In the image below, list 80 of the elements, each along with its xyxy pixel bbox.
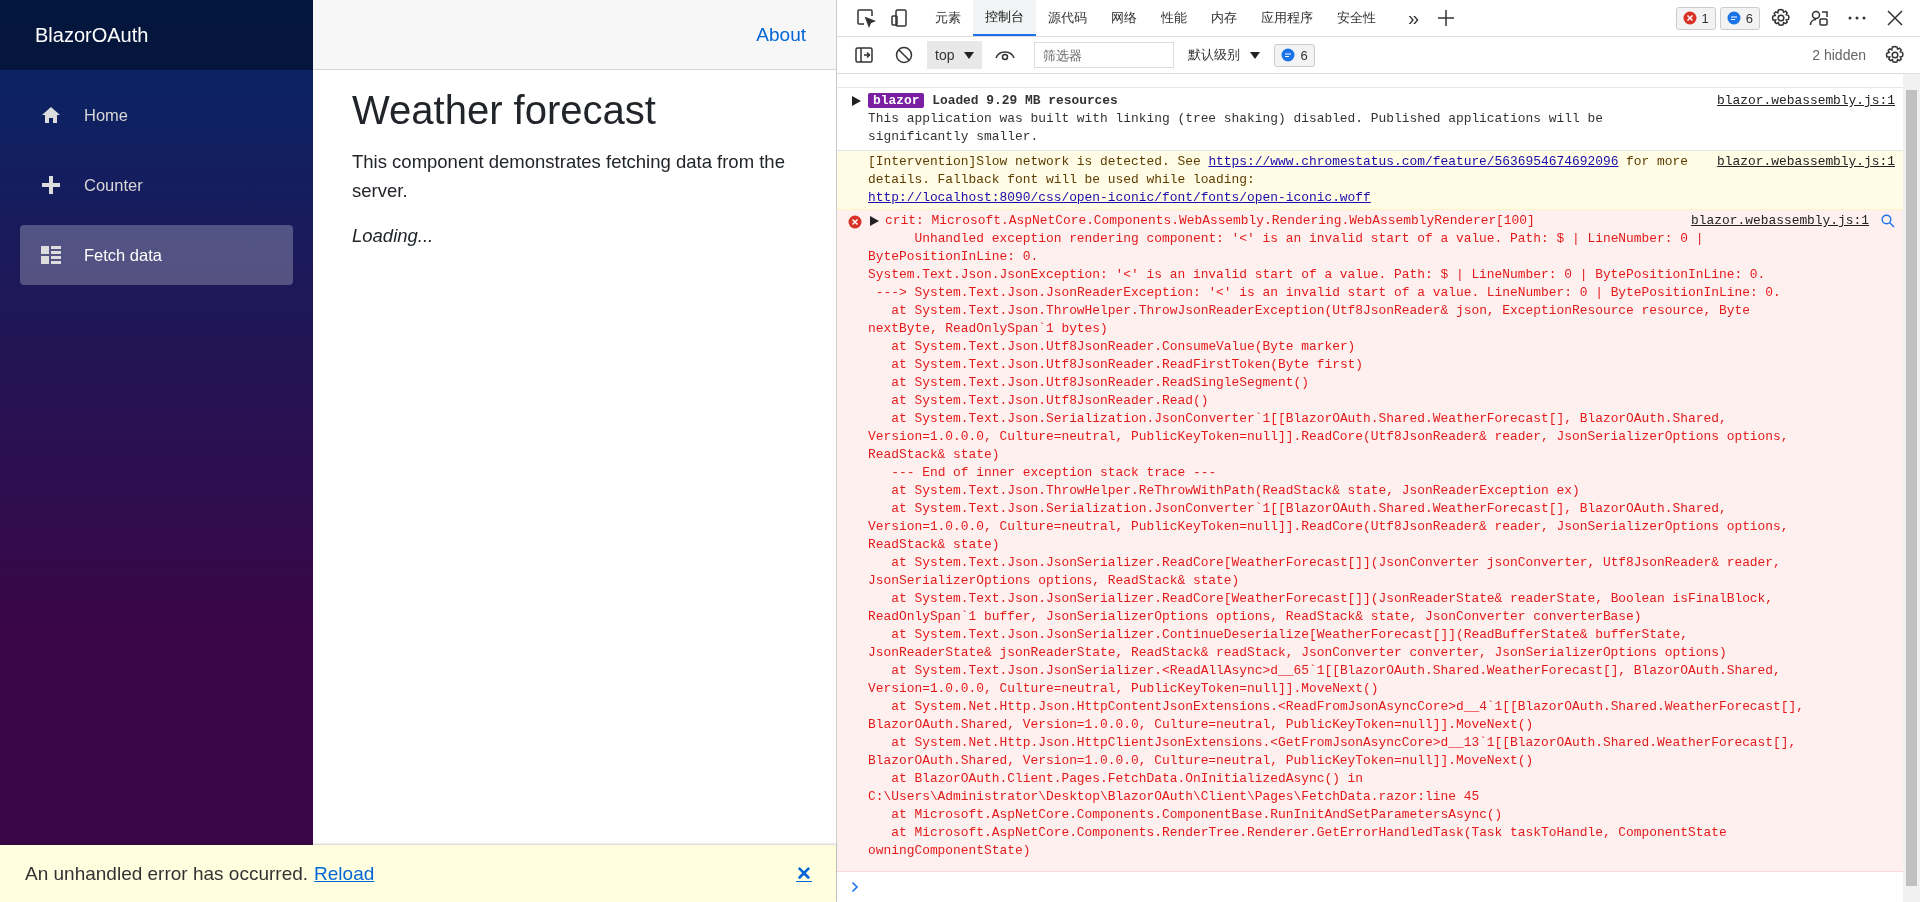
devtools-tab[interactable]: 应用程序 bbox=[1249, 0, 1325, 36]
close-icon[interactable] bbox=[1886, 9, 1904, 27]
stack-trace-line: at System.Text.Json.JsonSerializer.ReadCore[WeatherForecast[]](JsonReaderState& readerState, Boolean isFinalBlock, ReadOnlySpan`1 buffer, JsonSerializerOptions options, ReadStack& state, JsonConverter converterBase) bbox=[868, 590, 1775, 626]
stack-trace-line: at System.Text.Json.JsonSerializer.ReadCore[WeatherForecast[]](JsonConverter jsonConverter, Utf8JsonReader& reader, JsonSerializerOptions options, ReadStack& state) bbox=[868, 554, 1782, 590]
expand-triangle-icon[interactable] bbox=[870, 216, 879, 226]
page-description: This component demonstrates fetching data from the server. bbox=[352, 150, 786, 203]
stack-trace-line: at System.Text.Json.Utf8JsonReader.ReadFirstToken(Byte first) bbox=[890, 356, 1365, 374]
stack-trace-line: at System.Text.Json.Serialization.JsonConverter`1[[BlazorOAuth.Shared.WeatherForecast[], BlazorOAuth.Shared, Version=1.0.0.0, Culture=neutral, PublicKeyToken=null]].ReadCore(Utf8JsonReader& reader, JsonSerializerOptions options, ReadStack& state) bbox=[868, 500, 1790, 554]
devtools-tab[interactable]: 控制台 bbox=[973, 0, 1036, 36]
stack-trace-line: at Microsoft.AspNetCore.Components.RenderTree.Renderer.GetErrorHandledTask(Task taskToHandle, ComponentState owningComponentState) bbox=[868, 824, 1728, 860]
brand-name[interactable]: BlazorOAuth bbox=[35, 23, 149, 47]
error-icon bbox=[848, 215, 862, 229]
device-icon[interactable] bbox=[890, 8, 910, 28]
prompt-chevron-icon bbox=[851, 881, 859, 893]
message-icon bbox=[1281, 48, 1296, 62]
devtools-tab[interactable]: 性能 bbox=[1149, 0, 1199, 36]
error-header: crit: Microsoft.AspNetCore.Components.WebAssembly.Rendering.WebAssemblyRenderer[100] bbox=[885, 212, 1535, 230]
source-link[interactable]: blazor.webassembly.js:1 bbox=[1691, 212, 1869, 230]
settings-icon[interactable] bbox=[1771, 8, 1791, 28]
devtools-tab[interactable]: 内存 bbox=[1199, 0, 1249, 36]
stack-trace-line: at System.Text.Json.JsonSerializer.ContinueDeserialize[WeatherForecast[]](ReadBufferState& bufferState, JsonReaderState& jsonReaderState, ReadStack& readStack, JsonConverter converter, JsonSerializerOptions options) bbox=[868, 626, 1728, 662]
log-title: Loaded 9.29 MB resources bbox=[932, 93, 1118, 108]
stack-trace-line: System.Text.Json.JsonException: '<' is an invalid start of a value. Path: $ | LineNumber: 0 | BytePositionInLine: 0. bbox=[868, 266, 1767, 284]
message-count-badge[interactable]: 6 bbox=[1719, 6, 1760, 30]
devtools-tab[interactable]: 元素 bbox=[923, 0, 973, 36]
warning-message: [Intervention]Slow network is detected. See https://www.chromestatus.com/feature/5636954674692096 for more details. Fallback font will be used while loading: http://localhost:8090/css/open-iconic/font/fonts/open-iconic.woff bbox=[868, 153, 1689, 207]
stack-trace-line: at System.Text.Json.Utf8JsonReader.ReadSingleSegment() bbox=[890, 374, 1310, 392]
nav-link[interactable]: Counter bbox=[20, 155, 293, 215]
caret-icon bbox=[1250, 51, 1261, 59]
stack-trace-line: at System.Text.Json.Utf8JsonReader.ConsumeValue(Byte marker) bbox=[890, 338, 1357, 356]
message-count-badge[interactable]: 6 bbox=[1274, 43, 1315, 67]
eye-icon[interactable] bbox=[995, 48, 1016, 62]
people-icon[interactable] bbox=[1809, 8, 1829, 28]
inspect-icon[interactable] bbox=[856, 8, 876, 28]
nav-link[interactable]: Home bbox=[20, 85, 293, 145]
log-message: This application was built with linking (tree shaking) disabled. Published applications will be significantly smaller. bbox=[868, 110, 1604, 146]
blazor-badge: blazor bbox=[868, 93, 925, 108]
page-heading: Weather forecast bbox=[352, 88, 656, 133]
stack-trace-line: --- End of inner exception stack trace --- bbox=[890, 464, 1218, 482]
stack-trace-line: at System.Net.Http.Json.HttpClientJsonExtensions.<GetFromJsonAsyncCore>d__13`1[[BlazorOAuth.Shared.WeatherForecast[], BlazorOAuth.Shared, Version=1.0.0.0, Culture=neutral, PublicKeyToken=null]].MoveNext() bbox=[868, 734, 1798, 770]
url-link[interactable]: https://www.chromestatus.com/feature/5636954674692096 bbox=[1208, 154, 1619, 169]
add-tab-icon[interactable] bbox=[1437, 9, 1456, 27]
context-dropdown[interactable]: top bbox=[927, 41, 983, 69]
home-icon bbox=[40, 106, 62, 124]
stack-trace-line: at Microsoft.AspNetCore.Components.ComponentBase.RunInitAndSetParametersAsync() bbox=[890, 806, 1504, 824]
reload-link[interactable]: Reload bbox=[314, 862, 375, 885]
list-icon bbox=[40, 246, 62, 264]
devtools-tab[interactable]: 源代码 bbox=[1036, 0, 1099, 36]
loading-text: Loading... bbox=[352, 224, 434, 248]
stack-trace-line: at System.Text.Json.JsonSerializer.<ReadAllAsync>d__65`1[[BlazorOAuth.Shared.WeatherForecast[], BlazorOAuth.Shared, Version=1.0.0.0, Culture=neutral, PublicKeyToken=null]].MoveNext() bbox=[868, 662, 1782, 698]
search-icon[interactable] bbox=[1881, 214, 1895, 228]
dismiss-button[interactable]: ✕ bbox=[796, 862, 812, 885]
nav-link[interactable]: Fetch data bbox=[20, 225, 293, 285]
source-link[interactable]: blazor.webassembly.js:1 bbox=[1717, 153, 1895, 171]
url-link[interactable]: http://localhost:8090/css/open-iconic/font/fonts/open-iconic.woff bbox=[868, 190, 1371, 205]
stack-trace-line: at System.Net.Http.Json.HttpContentJsonExtensions.<ReadFromJsonAsyncCore>d__4`1[[BlazorOAuth.Shared.WeatherForecast[], BlazorOAuth.Shared, Version=1.0.0.0, Culture=neutral, PublicKeyToken=null]].MoveNext() bbox=[868, 698, 1806, 734]
error-message: An unhandled error has occurred. bbox=[25, 862, 309, 885]
stack-trace-line: Unhandled exception rendering component: '<' is an invalid start of a value. Path: $ | LineNumber: 0 | BytePositionInLine: 0. bbox=[868, 230, 1705, 266]
stack-trace-line: at System.Text.Json.ThrowHelper.ReThrowWithPath(ReadStack& state, JsonReaderException ex) bbox=[890, 482, 1581, 500]
expand-triangle-icon[interactable] bbox=[852, 96, 861, 106]
clear-console-icon[interactable] bbox=[895, 46, 913, 64]
source-link[interactable]: blazor.webassembly.js:1 bbox=[1717, 92, 1895, 110]
error-count-badge[interactable]: 1 bbox=[1675, 6, 1716, 30]
about-link[interactable]: About bbox=[756, 23, 806, 46]
plus-icon bbox=[40, 176, 62, 194]
hidden-count: 2 hidden bbox=[1812, 47, 1867, 63]
more-tabs-button[interactable]: » bbox=[1398, 6, 1430, 30]
stack-trace-line: ---> System.Text.Json.JsonReaderException: '<' is an invalid start of a value. LineNumber: 0 | BytePositionInLine: 0. bbox=[874, 284, 1782, 302]
filter-field[interactable]: 筛选器 bbox=[1034, 42, 1175, 68]
caret-icon bbox=[964, 51, 975, 59]
stack-trace-line: at System.Text.Json.Utf8JsonReader.Read() bbox=[890, 392, 1210, 410]
devtools-tab[interactable]: 网络 bbox=[1099, 0, 1149, 36]
error-icon bbox=[1682, 11, 1697, 25]
stack-trace-line: at System.Text.Json.ThrowHelper.ThrowJsonReaderException(Utf8JsonReader& json, ExceptionResource resource, Byte nextByte, ReadOnlySpan`1 bytes) bbox=[868, 302, 1751, 338]
message-icon bbox=[1726, 11, 1741, 25]
devtools-tab[interactable]: 安全性 bbox=[1325, 0, 1388, 36]
stack-trace-line: at System.Text.Json.Serialization.JsonConverter`1[[BlazorOAuth.Shared.WeatherForecast[], BlazorOAuth.Shared, Version=1.0.0.0, Culture=neutral, PublicKeyToken=null]].ReadCore(Utf8JsonReader& reader, JsonSerializerOptions options, ReadStack& state) bbox=[868, 410, 1790, 464]
settings-icon[interactable] bbox=[1885, 45, 1905, 65]
sidebar-toggle-icon[interactable] bbox=[855, 47, 873, 63]
log-level-dropdown[interactable]: 默认级别 bbox=[1180, 46, 1269, 64]
